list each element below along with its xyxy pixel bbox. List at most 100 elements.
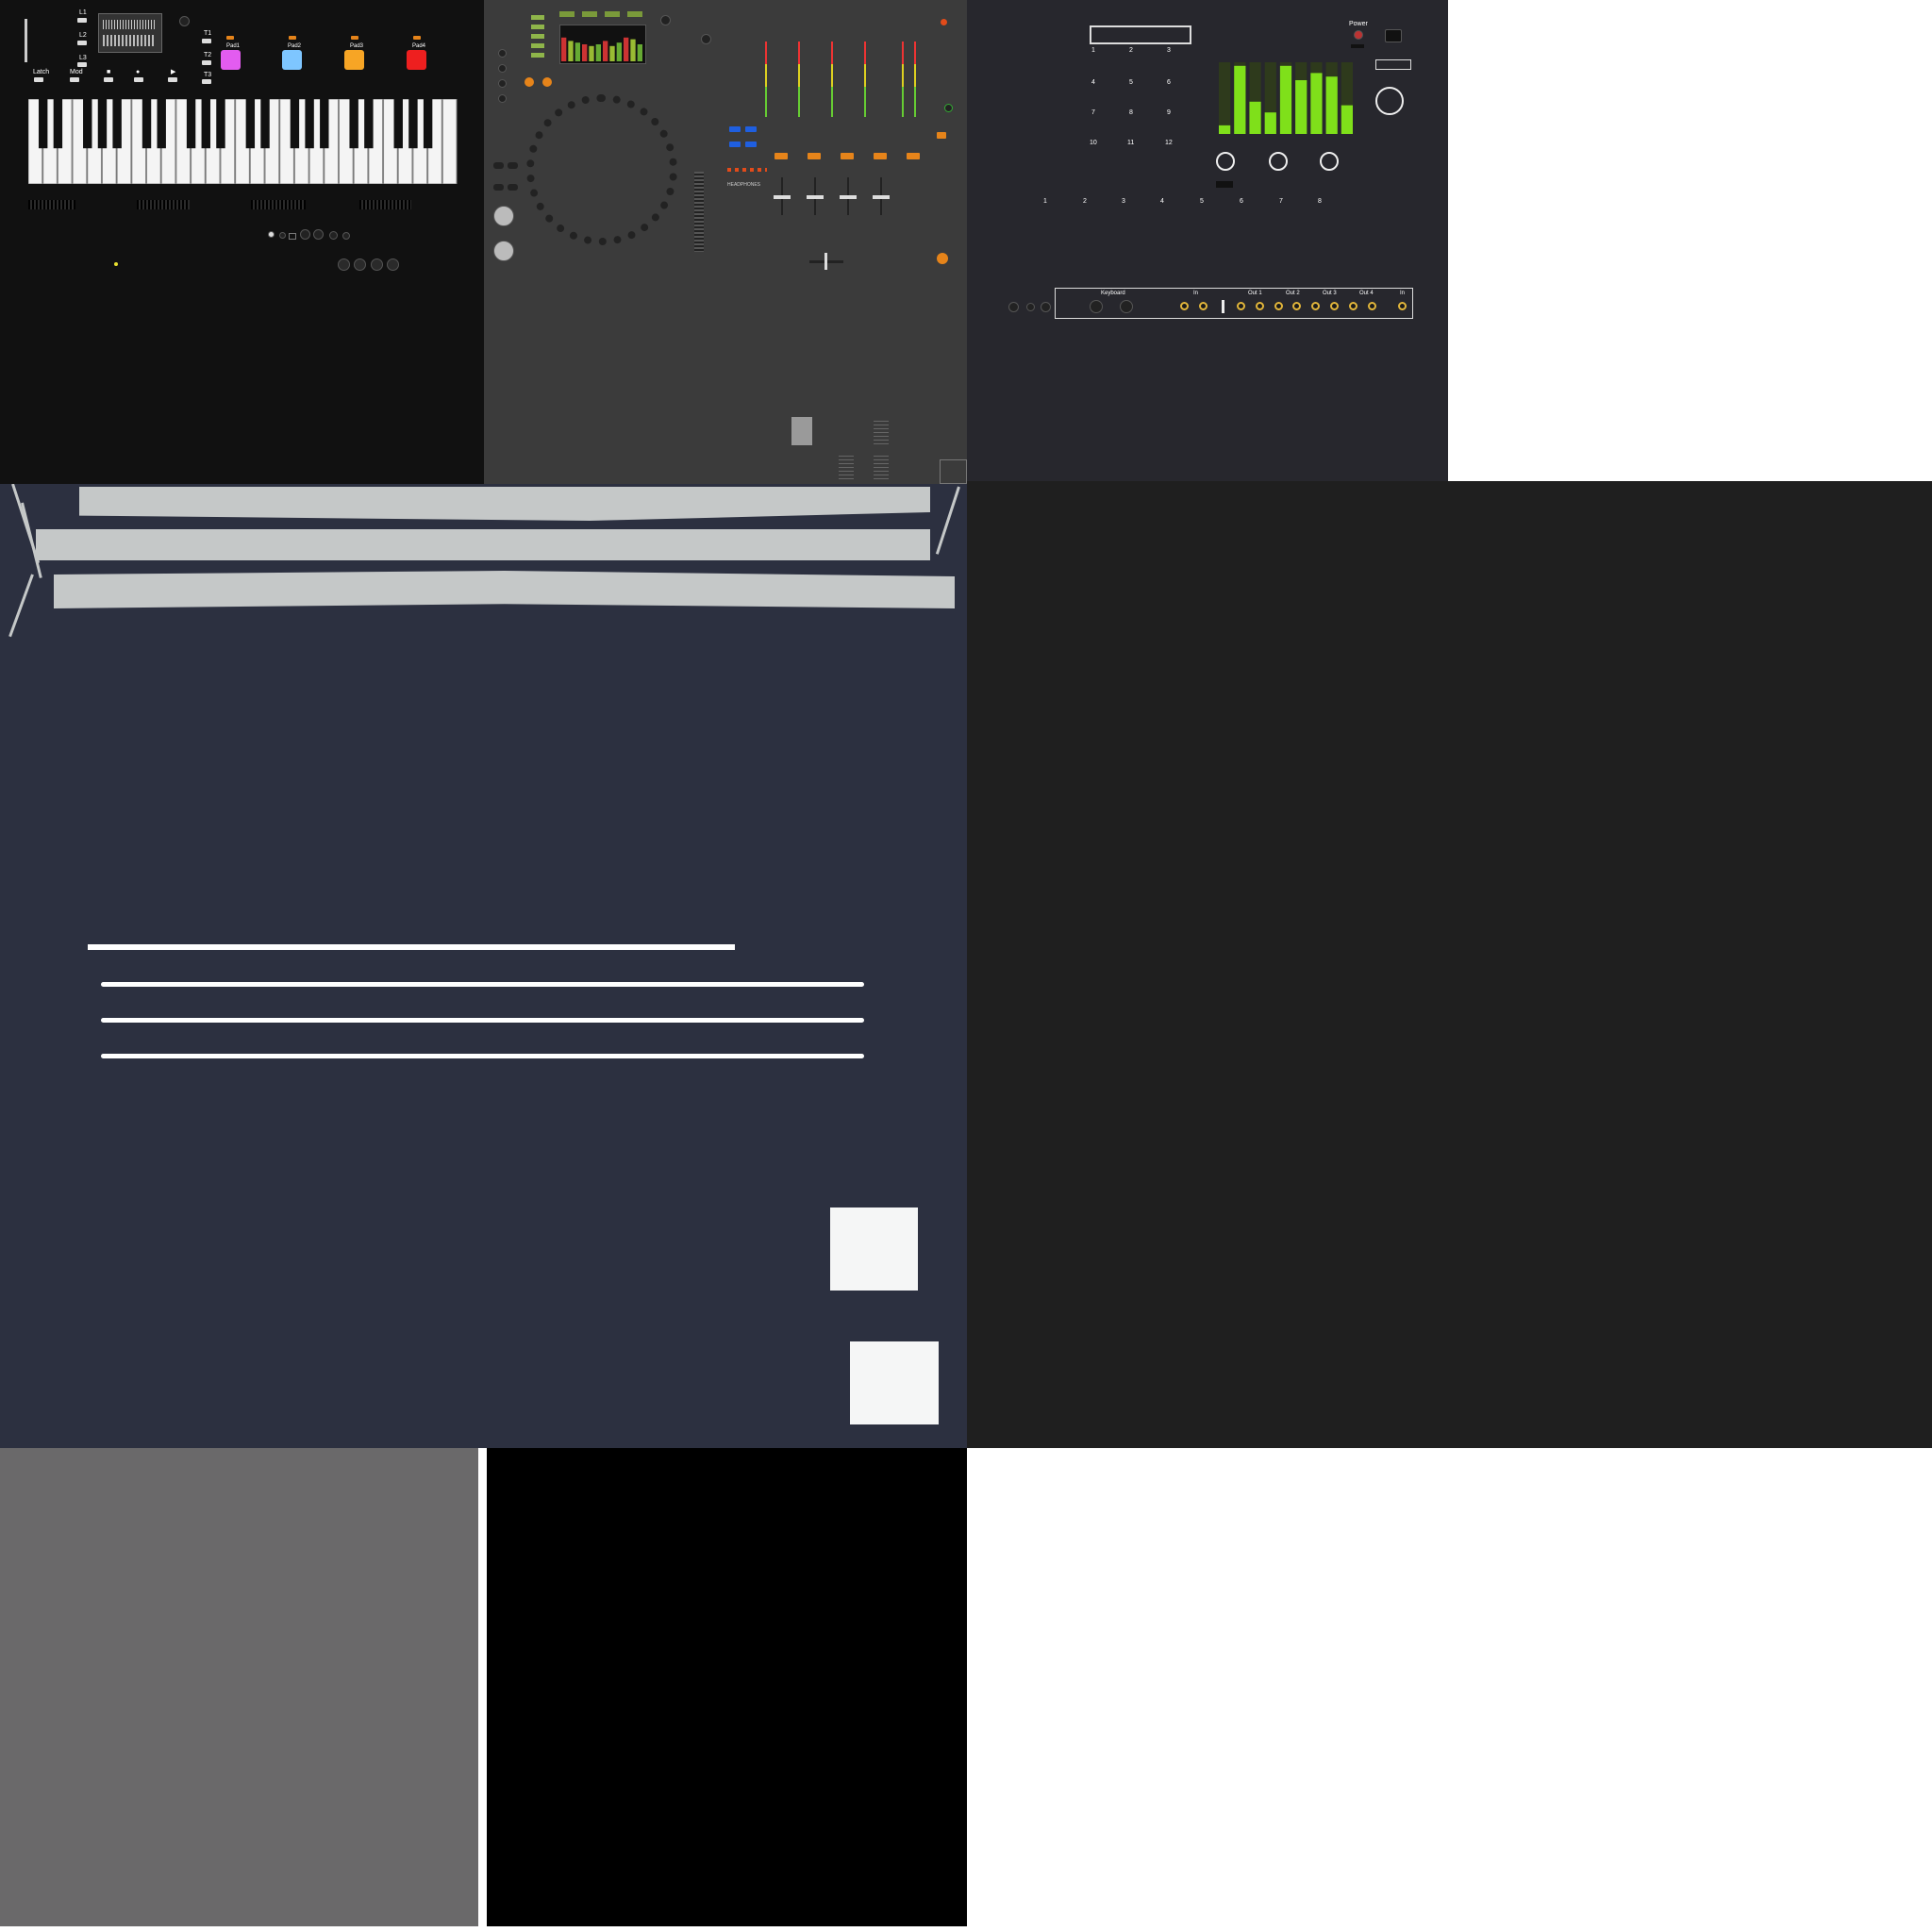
right-knob-1[interactable] — [944, 104, 953, 112]
audio-jack-out-3a[interactable] — [1311, 302, 1320, 310]
mixer-side-buttons[interactable] — [531, 15, 544, 58]
black-key[interactable] — [245, 99, 256, 149]
mixer-side-button-2[interactable] — [508, 162, 518, 169]
audio-jack-out-2a[interactable] — [1274, 302, 1283, 310]
mixer-side-button-4[interactable] — [508, 184, 518, 191]
blue-button-1[interactable] — [729, 126, 741, 132]
audio-jack-out-1b[interactable] — [1256, 302, 1264, 310]
module-knob-2[interactable] — [1269, 152, 1288, 171]
black-key[interactable] — [305, 99, 314, 149]
platter-knob-1[interactable] — [493, 206, 514, 226]
channel-button-1[interactable] — [774, 153, 788, 159]
usb-port[interactable] — [289, 233, 296, 240]
rear-jack-1[interactable] — [268, 231, 275, 238]
piano-keybed[interactable] — [28, 99, 458, 184]
layer-button-2[interactable] — [77, 41, 87, 45]
audio-jack-in-3[interactable] — [1398, 302, 1407, 310]
red-knob[interactable] — [941, 19, 947, 25]
piano-keys[interactable] — [28, 99, 458, 184]
track-button-2[interactable] — [202, 60, 211, 65]
black-key[interactable] — [393, 99, 403, 149]
midi-port-2[interactable] — [1120, 300, 1133, 313]
audio-jack-out-4b[interactable] — [1368, 302, 1376, 310]
mode-switch[interactable] — [1375, 59, 1411, 70]
black-key[interactable] — [408, 99, 418, 149]
small-black-button[interactable] — [1216, 181, 1233, 188]
black-key[interactable] — [423, 99, 433, 149]
midi-port-1[interactable] — [1090, 300, 1103, 313]
channel-fader-3[interactable] — [840, 195, 857, 199]
audio-jack-out-4a[interactable] — [1349, 302, 1357, 310]
mixer-top-buttons[interactable] — [559, 11, 650, 17]
pad-2[interactable] — [282, 50, 302, 70]
black-key[interactable] — [349, 99, 358, 149]
rear-jack-3[interactable] — [300, 229, 310, 240]
pitch-strip[interactable] — [25, 19, 27, 62]
mixer-knob-col-3[interactable] — [498, 79, 507, 88]
mixer-side-button-1[interactable] — [493, 162, 504, 169]
orange-knob[interactable] — [937, 253, 948, 264]
white-key[interactable] — [441, 99, 458, 184]
master-knob[interactable] — [179, 16, 190, 26]
mixer-knob-col-4[interactable] — [498, 94, 507, 103]
black-key[interactable] — [38, 99, 48, 149]
black-key[interactable] — [186, 99, 196, 149]
record-button[interactable] — [134, 77, 143, 82]
right-orange-button[interactable] — [937, 132, 946, 139]
pad-1[interactable] — [221, 50, 241, 70]
channel-fader-2[interactable] — [807, 195, 824, 199]
mixer-knob-top[interactable] — [701, 34, 711, 44]
black-key[interactable] — [142, 99, 152, 149]
io-jack-left-2[interactable] — [1026, 303, 1035, 311]
channel-button-4[interactable] — [874, 153, 887, 159]
blue-button-3[interactable] — [729, 142, 741, 147]
power-button[interactable] — [1354, 30, 1363, 40]
layer-button-3[interactable] — [77, 62, 87, 67]
rear-jack-6[interactable] — [342, 232, 350, 240]
mod-button[interactable] — [70, 77, 79, 82]
pad-4[interactable] — [407, 50, 426, 70]
module-knob-3[interactable] — [1320, 152, 1339, 171]
black-key[interactable] — [364, 99, 374, 149]
layer-button-1[interactable] — [77, 18, 87, 23]
black-key[interactable] — [216, 99, 225, 149]
latch-button[interactable] — [34, 77, 43, 82]
black-key[interactable] — [290, 99, 300, 149]
module-knob-1[interactable] — [1216, 152, 1235, 171]
black-key[interactable] — [53, 99, 63, 149]
io-jack-left-3[interactable] — [1041, 302, 1051, 312]
mixer-knob-a[interactable] — [660, 15, 671, 25]
black-key[interactable] — [260, 99, 270, 149]
black-key[interactable] — [83, 99, 92, 149]
audio-jack-in-1[interactable] — [1180, 302, 1189, 310]
channel-fader-1[interactable] — [774, 195, 791, 199]
pitch-fader[interactable] — [694, 172, 704, 252]
black-key[interactable] — [201, 99, 210, 149]
trs-plug[interactable] — [1222, 300, 1224, 313]
track-button-3[interactable] — [202, 79, 211, 84]
blue-button-2[interactable] — [745, 126, 757, 132]
black-key[interactable] — [97, 99, 108, 149]
platter-knob-2[interactable] — [493, 241, 514, 261]
crossfader[interactable] — [824, 253, 827, 270]
audio-jack-out-1a[interactable] — [1237, 302, 1245, 310]
black-key[interactable] — [112, 99, 122, 149]
cue-button-2[interactable] — [542, 77, 552, 87]
track-button-1[interactable] — [202, 39, 211, 43]
io-jack-left-1[interactable] — [1008, 302, 1019, 312]
rear-jack-2[interactable] — [279, 232, 286, 239]
audio-jack-in-2[interactable] — [1199, 302, 1208, 310]
channel-fader-4[interactable] — [873, 195, 890, 199]
channel-button-3[interactable] — [841, 153, 854, 159]
black-key[interactable] — [320, 99, 329, 149]
pad-3[interactable] — [344, 50, 364, 70]
top-right-button[interactable] — [1385, 29, 1402, 42]
mixer-knob-col-2[interactable] — [498, 64, 507, 73]
audio-jack-out-3b[interactable] — [1330, 302, 1339, 310]
main-dial[interactable] — [1375, 87, 1404, 115]
rear-jack-4[interactable] — [313, 229, 324, 240]
channel-button-5[interactable] — [907, 153, 920, 159]
power-switch[interactable] — [1351, 44, 1364, 48]
channel-button-2[interactable] — [808, 153, 821, 159]
stop-button[interactable] — [104, 77, 113, 82]
